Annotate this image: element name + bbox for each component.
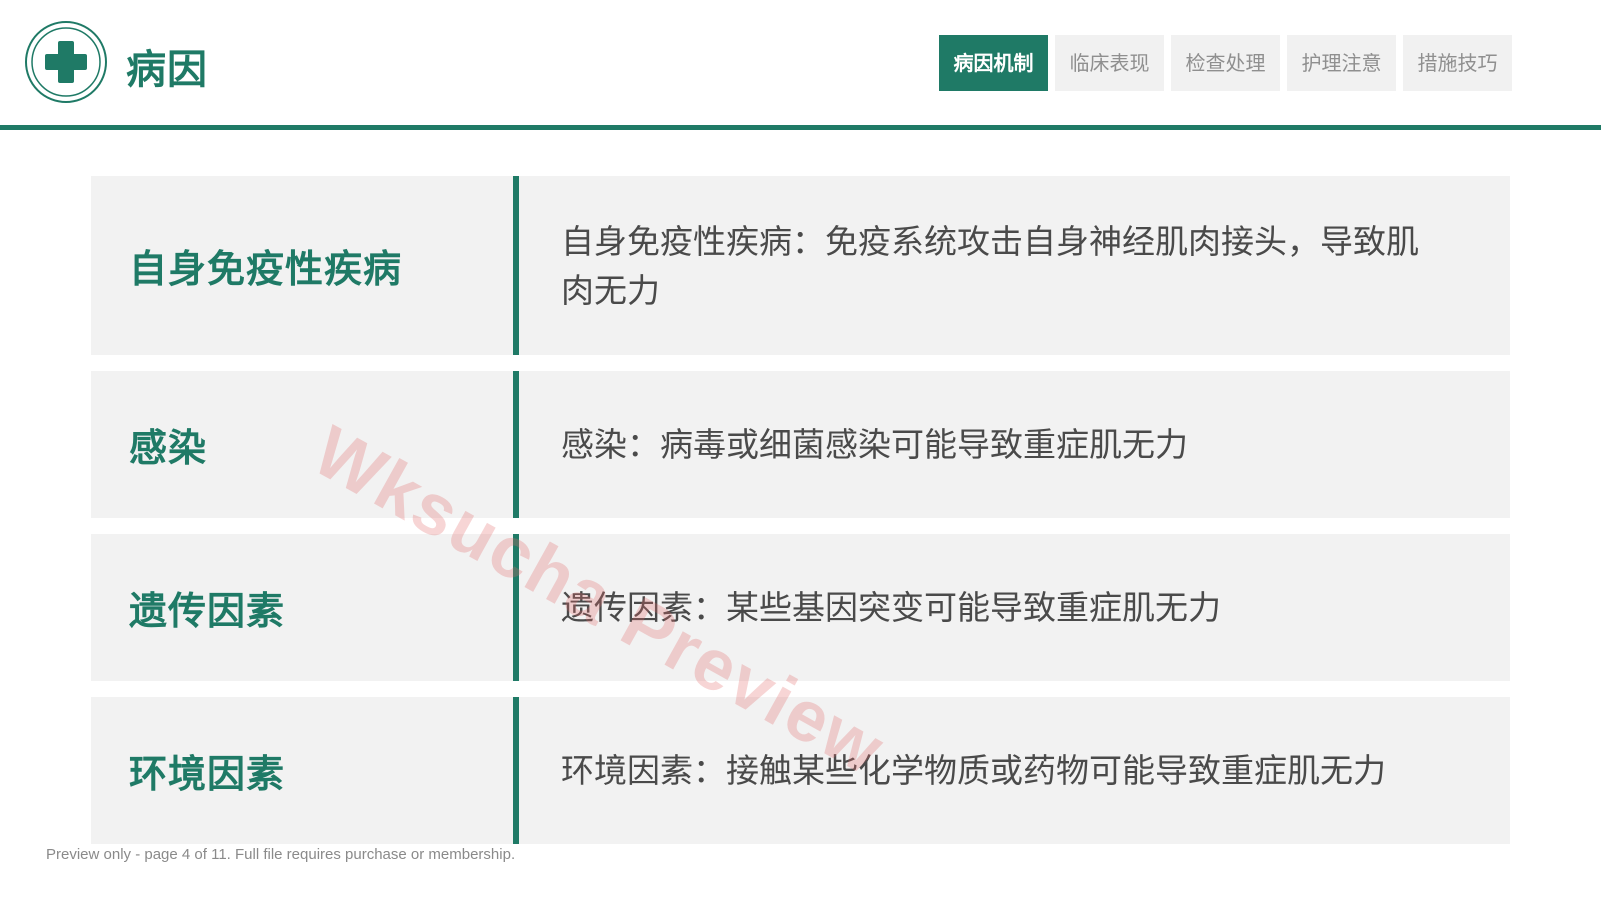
medical-cross-icon [25, 21, 107, 103]
cause-list: 自身免疫性疾病 自身免疫性疾病：免疫系统攻击自身神经肌肉接头，导致肌肉无力 感染… [91, 176, 1510, 860]
preview-footer-note: Preview only - page 4 of 11. Full file r… [46, 846, 516, 863]
tab-etiology-mechanism[interactable]: 病因机制 [939, 35, 1048, 91]
page-title: 病因 [126, 47, 208, 93]
cause-label: 遗传因素 [129, 589, 286, 633]
cause-description: 遗传因素：某些基因突变可能导致重症肌无力 [561, 588, 1221, 627]
row-divider [513, 176, 519, 355]
cause-row-infection: 感染 感染：病毒或细菌感染可能导致重症肌无力 [91, 371, 1510, 518]
cause-description: 自身免疫性疾病：免疫系统攻击自身神经肌肉接头，导致肌肉无力 [561, 221, 1419, 310]
cause-row-genetic: 遗传因素 遗传因素：某些基因突变可能导致重症肌无力 [91, 534, 1510, 681]
row-divider [513, 534, 519, 681]
cause-row-autoimmune: 自身免疫性疾病 自身免疫性疾病：免疫系统攻击自身神经肌肉接头，导致肌肉无力 [91, 176, 1510, 355]
tab-clinical-presentation[interactable]: 临床表现 [1055, 35, 1164, 91]
cause-label: 环境因素 [129, 752, 286, 796]
cause-description: 感染：病毒或细菌感染可能导致重症肌无力 [561, 425, 1188, 464]
cause-row-environmental: 环境因素 环境因素：接触某些化学物质或药物可能导致重症肌无力 [91, 697, 1510, 844]
cause-description: 环境因素：接触某些化学物质或药物可能导致重症肌无力 [561, 751, 1386, 790]
header-divider [0, 125, 1601, 130]
row-divider [513, 371, 519, 518]
row-divider [513, 697, 519, 844]
tab-bar: 病因机制 临床表现 检查处理 护理注意 措施技巧 [939, 35, 1512, 91]
tab-measures-tips[interactable]: 措施技巧 [1403, 35, 1512, 91]
tab-examination-treatment[interactable]: 检查处理 [1171, 35, 1280, 91]
cause-label: 自身免疫性疾病 [129, 247, 403, 291]
cause-label: 感染 [129, 426, 208, 470]
tab-nursing-notes[interactable]: 护理注意 [1287, 35, 1396, 91]
